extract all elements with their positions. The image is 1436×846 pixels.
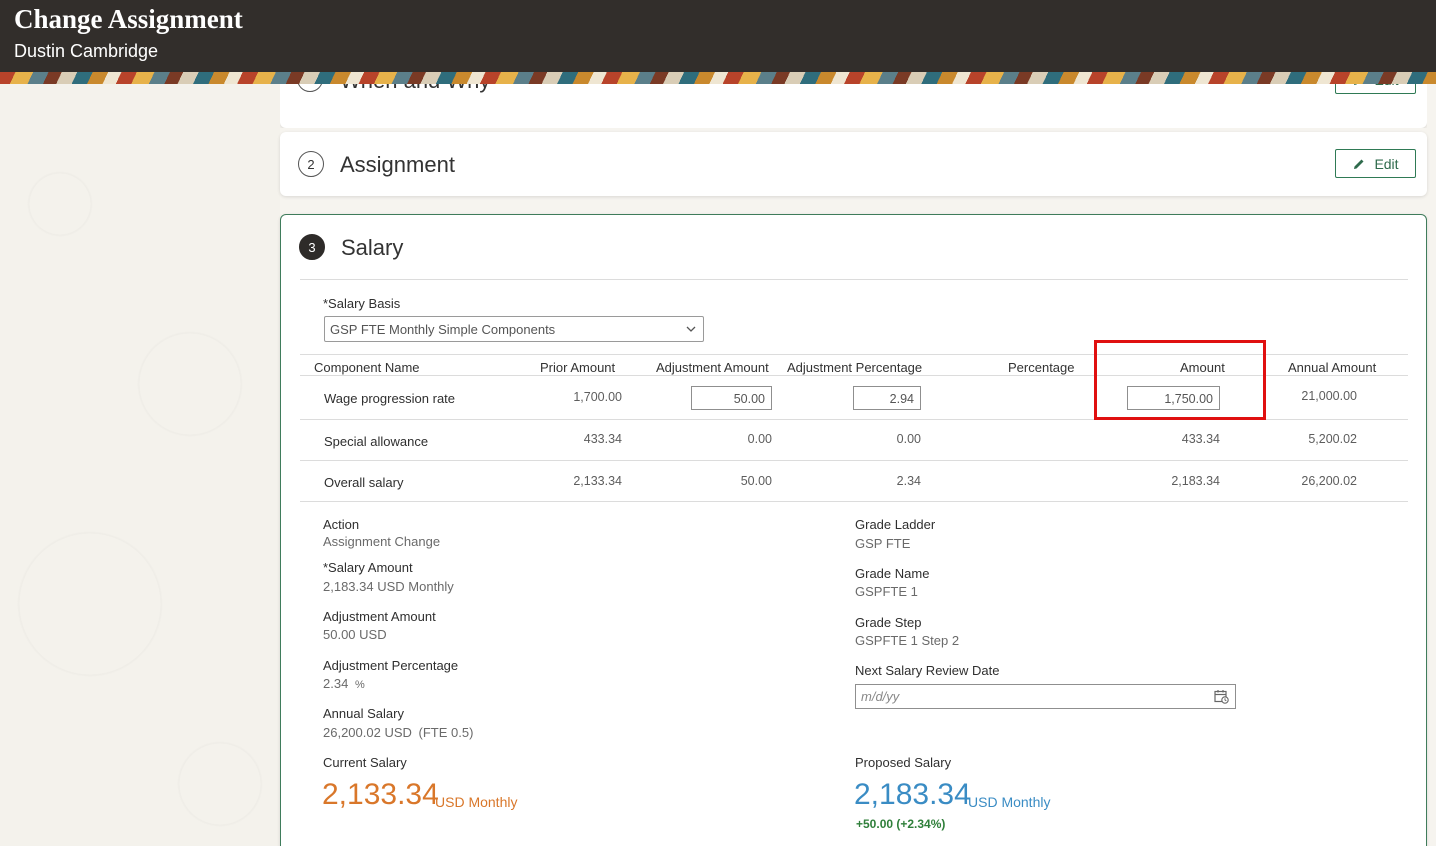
col-header-adj-amount: Adjustment Amount: [656, 360, 769, 375]
col-header-pct: Percentage: [1008, 360, 1075, 375]
proposed-salary-change: +50.00 (+2.34%): [856, 817, 946, 831]
adjustment-amount-label: Adjustment Amount: [323, 609, 436, 624]
row-amount: 2,183.34: [1171, 474, 1220, 488]
row-annual-amount: 5,200.02: [1308, 432, 1357, 446]
next-review-date-input[interactable]: m/d/yy: [855, 684, 1236, 709]
table-bottom-border: [300, 501, 1408, 502]
row-adjustment-percentage: 2.34: [896, 474, 921, 488]
adjustment-percentage-number: 2.34: [323, 676, 349, 691]
background-pattern: [0, 84, 280, 846]
annual-salary-label: Annual Salary: [323, 706, 404, 721]
section-salary: 3 Salary *Salary Basis GSP FTE Monthly S…: [280, 214, 1427, 846]
row-component-name: Overall salary: [324, 475, 404, 490]
col-header-component: Component Name: [314, 360, 420, 375]
salary-basis-select[interactable]: GSP FTE Monthly Simple Components: [324, 316, 704, 342]
row-amount: 433.34: [1181, 432, 1220, 446]
section-title-salary: Salary: [341, 235, 404, 260]
row-prior-amount: 2,133.34: [573, 474, 622, 488]
chevron-down-icon: [686, 326, 696, 332]
step-number-2: 2: [298, 151, 324, 177]
adjustment-percentage-label: Adjustment Percentage: [323, 658, 459, 673]
row-divider: [300, 460, 1408, 461]
annual-salary-amount: 26,200.02 USD: [323, 725, 412, 740]
annual-salary-value: 26,200.02 USD (FTE 0.5): [323, 725, 473, 740]
adjustment-percentage-input[interactable]: 2.94: [853, 386, 921, 410]
row-prior-amount: 433.34: [583, 432, 622, 446]
salary-basis-value: GSP FTE Monthly Simple Components: [330, 322, 556, 337]
grade-step-value: GSPFTE 1 Step 2: [855, 633, 960, 648]
grade-name-value: GSPFTE 1: [855, 584, 918, 599]
edit-label: Edit: [1374, 155, 1399, 172]
grade-step-label: Grade Step: [855, 615, 922, 630]
percent-unit: %: [354, 679, 365, 691]
amount-column-highlight: [1094, 340, 1266, 420]
grade-ladder-value: GSP FTE: [855, 536, 911, 551]
row-adjustment-amount: 50.00: [740, 474, 772, 488]
annual-salary-fte: (FTE 0.5): [418, 725, 474, 740]
current-salary-label: Current Salary: [323, 755, 407, 770]
adjustment-percentage-value: 2.34 %: [323, 676, 365, 691]
current-salary-amount: 2,133.34: [322, 778, 439, 811]
next-review-date-label: Next Salary Review Date: [855, 663, 1000, 678]
pencil-icon: [1354, 159, 1364, 169]
salary-amount-value: 2,183.34 USD Monthly: [323, 579, 454, 594]
row-adjustment-percentage: 0.00: [896, 432, 921, 446]
action-value: Assignment Change: [323, 534, 441, 549]
person-name: Dustin Cambridge: [14, 41, 159, 61]
col-header-prior: Prior Amount: [540, 360, 616, 375]
row-adjustment-amount: 0.00: [747, 432, 772, 446]
proposed-salary-label: Proposed Salary: [855, 755, 952, 770]
section-assignment[interactable]: 2 Assignment Edit: [280, 132, 1427, 196]
row-prior-amount: 1,700.00: [573, 390, 622, 404]
page-title: Change Assignment: [14, 4, 243, 34]
col-header-annual: Annual Amount: [1288, 360, 1377, 375]
proposed-salary-unit: USD Monthly: [968, 794, 1051, 810]
row-annual-amount: 26,200.02: [1301, 474, 1357, 488]
grade-ladder-label: Grade Ladder: [855, 517, 936, 532]
step-number-3: 3: [299, 234, 325, 260]
proposed-salary-amount: 2,183.34: [854, 778, 971, 811]
row-annual-amount: 21,000.00: [1301, 389, 1357, 403]
row-component-name: Special allowance: [324, 434, 429, 449]
col-header-adj-pct: Adjustment Percentage: [787, 360, 923, 375]
row-component-name: Wage progression rate: [324, 391, 456, 406]
page-header: Change Assignment Dustin Cambridge: [0, 0, 1436, 84]
calendar-icon[interactable]: [1214, 689, 1229, 704]
grade-name-label: Grade Name: [855, 566, 930, 581]
edit-assignment-button[interactable]: Edit: [1335, 149, 1416, 178]
section-title-assignment: Assignment: [340, 152, 455, 177]
action-label: Action: [323, 517, 360, 532]
salary-basis-label: *Salary Basis: [323, 296, 401, 311]
date-placeholder: m/d/yy: [861, 689, 900, 704]
salary-amount-label: *Salary Amount: [323, 560, 413, 575]
adjustment-amount-value: 50.00 USD: [323, 627, 387, 642]
adjustment-amount-input[interactable]: 50.00: [691, 386, 772, 410]
section-divider: [300, 279, 1408, 280]
header-decorative-band: [0, 72, 1436, 84]
current-salary-unit: USD Monthly: [435, 794, 518, 810]
